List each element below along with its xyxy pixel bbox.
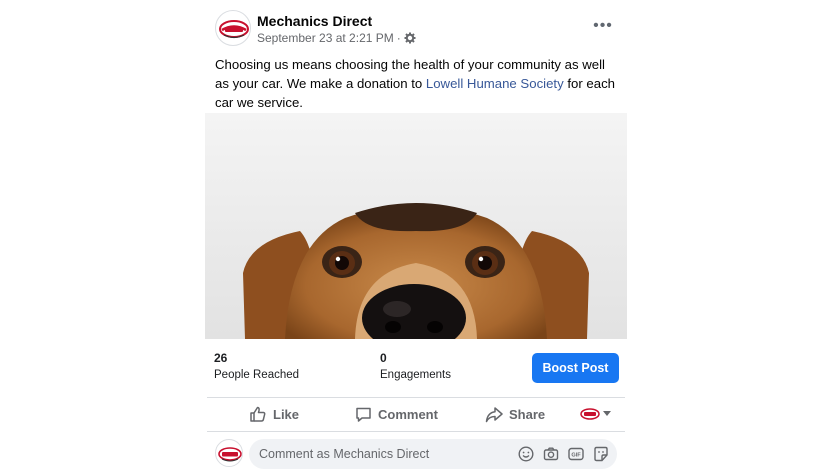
meta-separator: · <box>396 31 401 45</box>
comment-label: Comment <box>378 406 438 422</box>
people-reached-label: People Reached <box>214 369 300 381</box>
engagements-stat[interactable]: 0 Engagements <box>380 351 451 381</box>
post-insights: 26 People Reached 0 Engagements Boost Po… <box>205 339 627 397</box>
like-label: Like <box>273 406 300 422</box>
sticker-icon[interactable] <box>592 445 609 462</box>
gif-label: GIF <box>571 452 581 458</box>
humane-society-link[interactable]: Lowell Humane Society <box>426 76 564 91</box>
more-options-button[interactable]: ••• <box>589 14 617 38</box>
mechanics-logo-icon <box>580 408 600 420</box>
mechanics-logo-icon <box>219 20 249 39</box>
like-button[interactable]: Like <box>249 398 299 430</box>
thumbs-up-icon <box>250 406 266 422</box>
post-as-selector[interactable] <box>580 406 611 422</box>
comment-button[interactable]: Comment <box>355 398 438 430</box>
engagements-label: Engagements <box>380 369 451 381</box>
share-icon <box>485 406 503 422</box>
comment-input[interactable] <box>249 439 509 469</box>
comment-composer: GIF <box>205 437 627 469</box>
post-photo[interactable] <box>205 113 627 339</box>
more-horizontal-icon: ••• <box>593 17 613 34</box>
comment-tools: GIF <box>517 445 609 462</box>
page-avatar[interactable] <box>215 10 251 46</box>
post-text: Choosing us means choosing the health of… <box>215 55 619 112</box>
post-timestamp[interactable]: September 23 at 2:21 PM <box>257 31 394 45</box>
share-label: Share <box>509 406 546 422</box>
emoji-icon[interactable] <box>517 445 534 462</box>
post-actions: Like Comment Share <box>205 398 627 430</box>
gif-icon[interactable]: GIF <box>567 445 584 462</box>
divider <box>207 431 625 432</box>
engagements-value: 0 <box>380 351 387 365</box>
caret-down-icon <box>603 411 611 416</box>
boost-post-button[interactable]: Boost Post <box>532 353 619 383</box>
post-header: Mechanics Direct September 23 at 2:21 PM… <box>215 10 617 50</box>
post-card: Mechanics Direct September 23 at 2:21 PM… <box>205 0 627 470</box>
camera-icon[interactable] <box>542 445 559 462</box>
commenter-avatar[interactable] <box>215 439 243 467</box>
people-reached-stat[interactable]: 26 People Reached <box>214 351 299 381</box>
people-reached-value: 26 <box>214 351 228 365</box>
page-name[interactable]: Mechanics Direct <box>257 13 372 29</box>
share-button[interactable]: Share <box>485 398 545 430</box>
gear-icon[interactable] <box>404 32 416 44</box>
mechanics-logo-icon <box>218 447 242 462</box>
dog-photo <box>205 113 627 339</box>
comment-box: GIF <box>249 439 617 469</box>
comment-icon <box>356 407 371 422</box>
post-meta: September 23 at 2:21 PM · <box>257 31 416 45</box>
